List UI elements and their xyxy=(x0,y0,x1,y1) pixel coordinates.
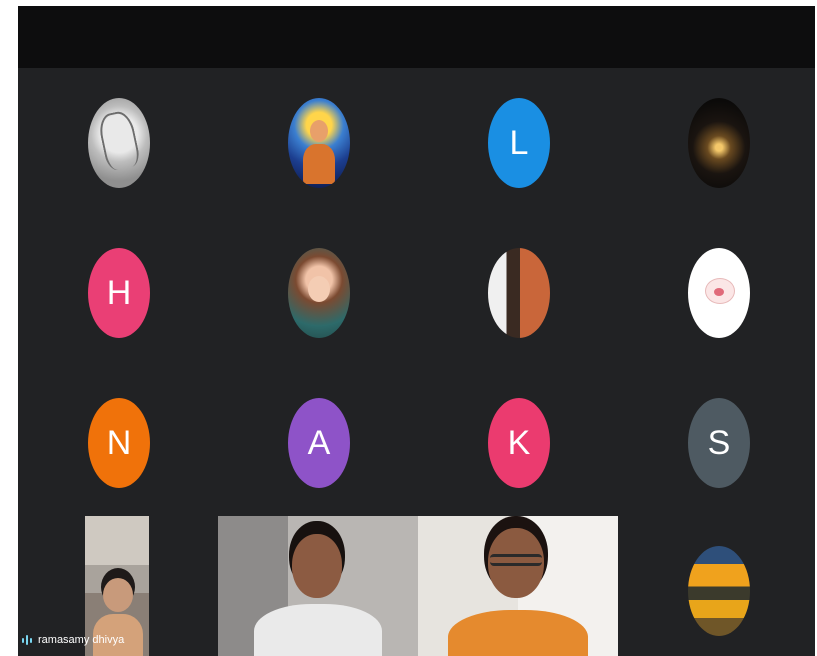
avatar: A xyxy=(288,398,350,488)
avatar xyxy=(688,248,750,338)
avatar: N xyxy=(88,398,150,488)
audio-level-icon xyxy=(22,635,32,645)
participant-video[interactable] xyxy=(418,516,618,656)
meeting-stage: L H N A K S xyxy=(18,6,815,656)
participant-tile[interactable]: H xyxy=(88,248,150,338)
participant-tile[interactable]: S xyxy=(688,398,750,488)
avatar xyxy=(88,98,150,188)
participant-tile[interactable]: K xyxy=(488,398,550,488)
video-person xyxy=(103,578,133,612)
video-person xyxy=(292,534,342,598)
avatar xyxy=(688,98,750,188)
avatar: S xyxy=(688,398,750,488)
participant-tile[interactable] xyxy=(288,248,350,338)
participant-tile[interactable] xyxy=(488,248,550,338)
avatar: H xyxy=(88,248,150,338)
top-bar xyxy=(18,6,815,68)
avatar: L xyxy=(488,98,550,188)
avatar xyxy=(488,248,550,338)
avatar xyxy=(288,248,350,338)
participant-tile[interactable] xyxy=(688,546,750,636)
participant-tile[interactable]: N xyxy=(88,398,150,488)
participant-tile[interactable]: L xyxy=(488,98,550,188)
avatar: K xyxy=(488,398,550,488)
participant-tile[interactable]: A xyxy=(288,398,350,488)
participant-name: ramasamy dhivya xyxy=(38,634,125,646)
avatar xyxy=(288,98,350,188)
participant-video[interactable] xyxy=(218,516,418,656)
participant-name-tag: ramasamy dhivya xyxy=(22,632,124,648)
participant-tile[interactable] xyxy=(688,98,750,188)
participant-tile[interactable] xyxy=(88,98,150,188)
avatar xyxy=(688,546,750,636)
participant-tile[interactable] xyxy=(688,248,750,338)
participant-tile[interactable] xyxy=(288,98,350,188)
